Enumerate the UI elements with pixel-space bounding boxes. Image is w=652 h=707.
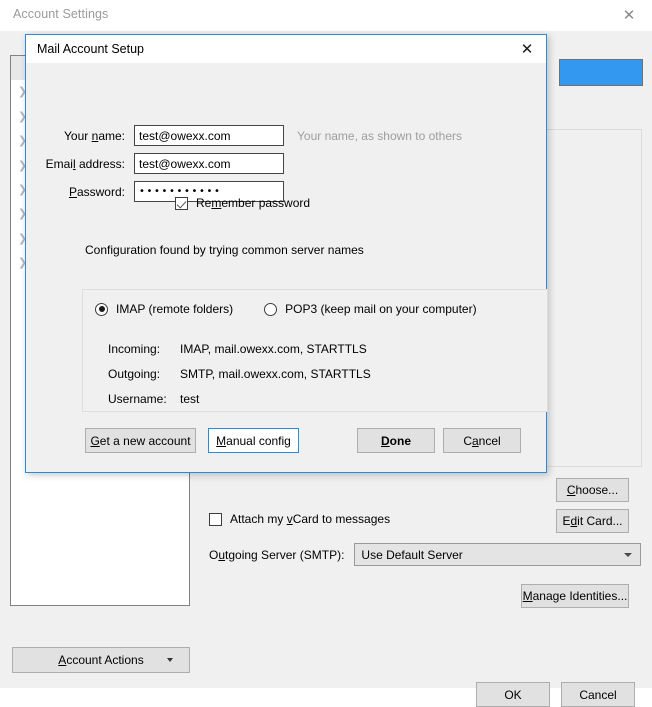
incoming-server-value: IMAP, mail.owexx.com, STARTTLS <box>180 342 367 356</box>
outgoing-server-detail-row: Outgoing: SMTP, mail.owexx.com, STARTTLS <box>108 367 371 381</box>
edit-card-button-label: Edit Card... <box>562 514 623 528</box>
edit-card-button[interactable]: Edit Card... <box>556 509 629 533</box>
imap-radio[interactable] <box>95 302 108 316</box>
account-actions-button[interactable]: Account Actions <box>12 647 190 673</box>
manage-identities-button-label: Manage Identities... <box>522 589 628 603</box>
outgoing-server-value: SMTP, mail.owexx.com, STARTTLS <box>180 367 371 381</box>
done-label: Done <box>380 433 411 448</box>
outgoing-server-selected-value: Use Default Server <box>361 547 463 562</box>
email-address-row: Email address: <box>26 153 284 174</box>
background-window-titlebar: Account Settings ✕ <box>0 0 652 32</box>
your-name-input[interactable] <box>134 125 284 146</box>
chevron-down-icon[interactable] <box>624 553 633 557</box>
dialog-title: Mail Account Setup <box>37 42 145 56</box>
get-a-new-account-button[interactable]: Get a new account <box>85 428 196 453</box>
server-configuration-box: IMAP (remote folders) POP3 (keep mail on… <box>82 289 548 412</box>
ok-button[interactable]: OK <box>476 682 550 707</box>
cancel-button[interactable]: Cancel <box>561 682 635 707</box>
remember-password-label: Remember password <box>196 196 311 210</box>
manual-config-label: Manual config <box>216 433 291 448</box>
cancel-button-label: Cancel <box>579 687 617 702</box>
your-name-label: Your name: <box>64 128 125 143</box>
pop3-radio-label: POP3 (keep mail on your computer) <box>285 302 477 316</box>
password-label: Password: <box>68 184 125 199</box>
background-window-title: Account Settings <box>13 7 109 21</box>
attach-vcard-checkbox[interactable] <box>209 512 222 526</box>
ok-button-label: OK <box>504 687 522 702</box>
account-actions-label: Account Actions <box>58 653 144 667</box>
dialog-body: Your name: Your name, as shown to others… <box>26 63 548 472</box>
attach-vcard-row[interactable]: Attach my vCard to messages <box>209 512 390 526</box>
username-value: test <box>180 392 200 406</box>
manage-identities-button[interactable]: Manage Identities... <box>521 584 629 608</box>
email-address-label: Email address: <box>45 156 125 171</box>
choose-button-label: Choose... <box>566 483 619 497</box>
dialog-cancel-label: Cancel <box>463 433 501 448</box>
imap-radio-label: IMAP (remote folders) <box>116 302 234 316</box>
choose-button[interactable]: Choose... <box>556 478 629 502</box>
account-actions-label-rest: ccount Actions <box>66 653 144 667</box>
dialog-titlebar: Mail Account Setup ✕ <box>26 35 546 63</box>
incoming-server-key: Incoming: <box>108 342 161 356</box>
your-name-hint: Your name, as shown to others <box>297 128 462 143</box>
remember-password-row[interactable]: Remember password <box>175 196 310 210</box>
configuration-status-text: Configuration found by trying common ser… <box>85 243 364 257</box>
done-button[interactable]: Done <box>357 428 435 453</box>
outgoing-server-label: Outgoing Server (SMTP): <box>209 547 345 562</box>
selected-field-highlight[interactable] <box>559 59 643 86</box>
pop3-radio[interactable] <box>264 302 278 316</box>
outgoing-server-key: Outgoing: <box>108 367 161 381</box>
attach-vcard-label: Attach my vCard to messages <box>230 512 391 526</box>
dialog-cancel-button[interactable]: Cancel <box>443 428 521 453</box>
close-icon[interactable]: ✕ <box>516 39 538 59</box>
outgoing-server-row: Outgoing Server (SMTP): Use Default Serv… <box>209 543 642 566</box>
protocol-radio-group: IMAP (remote folders) POP3 (keep mail on… <box>95 302 477 316</box>
get-a-new-account-label: Get a new account <box>90 433 191 448</box>
username-row: Username: test <box>108 392 199 406</box>
email-address-input[interactable] <box>134 153 284 174</box>
username-key: Username: <box>108 392 167 406</box>
your-name-row: Your name: Your name, as shown to others <box>26 125 462 146</box>
chevron-down-icon[interactable] <box>167 658 173 662</box>
close-icon[interactable]: ✕ <box>618 5 640 25</box>
outgoing-server-select[interactable]: Use Default Server <box>354 543 642 566</box>
remember-password-checkbox[interactable] <box>175 196 188 210</box>
incoming-server-row: Incoming: IMAP, mail.owexx.com, STARTTLS <box>108 342 367 356</box>
application-root: Account Settings ✕ ❯ ❯ ❯ ❯ ❯ ❯ ❯ ❯ Accou… <box>0 0 652 707</box>
manual-config-button[interactable]: Manual config <box>208 428 299 453</box>
mail-account-setup-dialog: Mail Account Setup ✕ Your name: Your nam… <box>25 34 548 473</box>
